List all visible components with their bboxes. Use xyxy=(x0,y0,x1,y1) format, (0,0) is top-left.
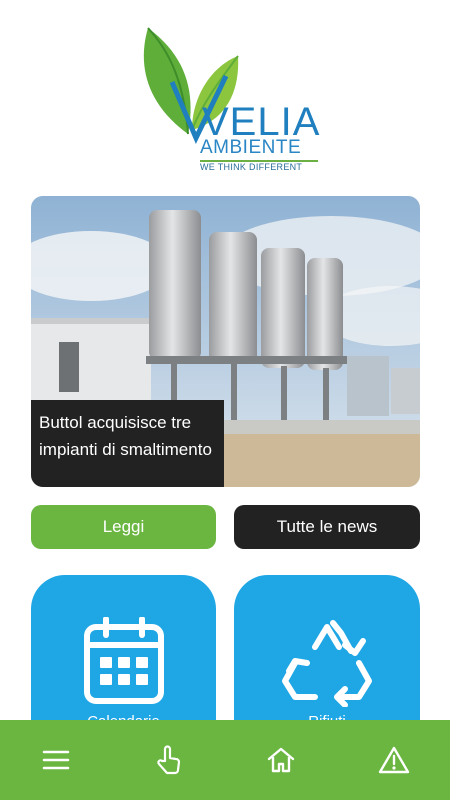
logo-subtitle: AMBIENTE xyxy=(200,137,302,158)
news-hero-card[interactable]: Buttol acquisisce tre impianti di smalti… xyxy=(31,196,420,487)
home-icon xyxy=(268,747,295,773)
read-button[interactable]: Leggi xyxy=(31,505,216,549)
nav-home[interactable] xyxy=(225,720,338,800)
hand-pointer-icon xyxy=(157,745,180,775)
news-headline: Buttol acquisisce tre impianti di smalti… xyxy=(31,400,224,487)
recycle-icon xyxy=(282,620,372,707)
nav-alert[interactable] xyxy=(338,720,450,800)
velia-ambiente-logo: VELIA AMBIENTE WE THINK DIFFERENT xyxy=(130,22,325,174)
menu-icon xyxy=(43,750,70,770)
all-news-button[interactable]: Tutte le news xyxy=(234,505,420,549)
warning-icon xyxy=(378,746,409,774)
bottom-navigation xyxy=(0,720,450,800)
nav-menu[interactable] xyxy=(0,720,113,800)
logo-wordmark: VELIA xyxy=(202,100,321,144)
nav-report[interactable] xyxy=(113,720,226,800)
calendar-icon xyxy=(83,617,164,704)
logo-tagline: WE THINK DIFFERENT xyxy=(200,162,303,172)
